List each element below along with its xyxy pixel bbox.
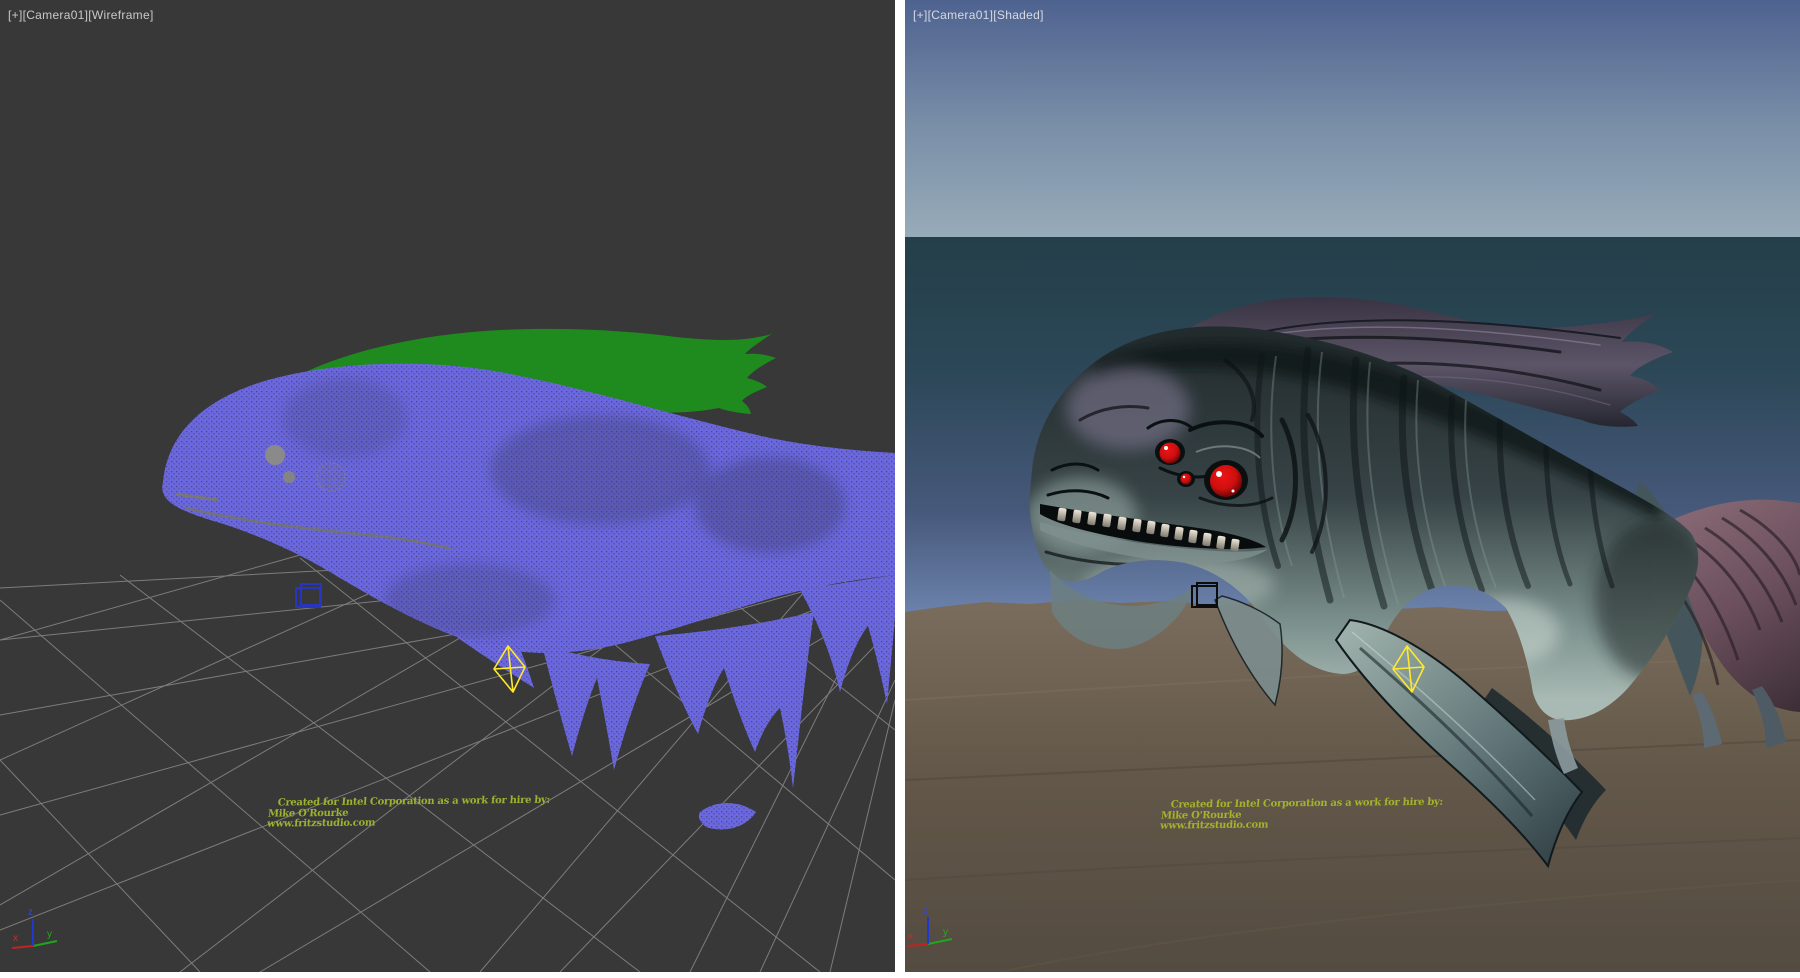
fish-eye-medium: [1160, 443, 1181, 464]
credit-text-shaded: Created for Intel Corporation as a work …: [1160, 797, 1473, 832]
axis-x-label: x: [908, 931, 913, 942]
viewport-menu-plus[interactable]: [+]: [8, 8, 23, 22]
viewport-label-right: [+][Camera01][Shaded]: [913, 8, 1044, 22]
viewport-menu-camera[interactable]: [Camera01]: [23, 8, 89, 22]
fish-eye-small: [1181, 474, 1192, 485]
axis-z-label: z: [923, 905, 928, 916]
viewport-menu-shading[interactable]: [Wireframe]: [88, 8, 153, 22]
viewport-bottom-border: [0, 972, 1800, 978]
sky: [905, 0, 1800, 237]
axis-y-label: y: [943, 927, 948, 938]
fish-eye-small-wire: [265, 445, 285, 465]
viewport-menu-shading[interactable]: [Shaded]: [993, 8, 1043, 22]
axis-y-label: y: [47, 929, 52, 940]
fish-eye-large-wire: [317, 463, 345, 491]
viewport-menu-camera[interactable]: [Camera01]: [928, 8, 994, 22]
credit-text-wireframe: Created for Intel Corporation as a work …: [267, 795, 580, 830]
fish-eye-tiny-wire: [283, 471, 295, 483]
axis-z-label: z: [28, 907, 33, 918]
viewport-label-left: [+][Camera01][Wireframe]: [8, 8, 154, 22]
viewport-divider[interactable]: [895, 0, 905, 972]
axis-x-label: x: [13, 933, 18, 944]
viewport-menu-plus[interactable]: [+]: [913, 8, 928, 22]
max-viewport-area: x y z [+][Camera01][Wireframe] Created f…: [0, 0, 1800, 978]
fish-eye-large: [1210, 465, 1242, 497]
